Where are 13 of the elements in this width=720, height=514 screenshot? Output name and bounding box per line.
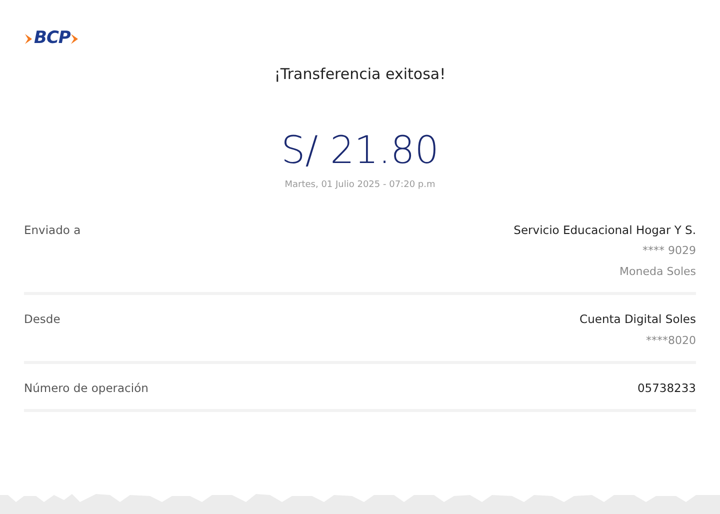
detail-value: Cuenta Digital Soles: [580, 311, 696, 328]
detail-value: 05738233: [637, 380, 696, 397]
amount-text: S/ 21.80: [280, 126, 440, 174]
date-text: Martes, 01 Julio 2025 - 07:20 p.m: [284, 178, 436, 192]
detail-label: Desde: [24, 311, 60, 328]
detail-value: ****8020: [645, 332, 696, 348]
page-title: ¡Transferencia exitosa!: [273, 64, 447, 85]
detail-value: **** 9029: [642, 243, 696, 260]
bank-logo: BCP: [24, 30, 80, 47]
detail-label: Número de operación: [24, 380, 148, 397]
detail-label: Enviado a: [24, 222, 81, 239]
detail-value: Servicio Educacional Hogar Y S.: [514, 222, 696, 239]
detail-value: Moneda Soles: [618, 264, 696, 280]
